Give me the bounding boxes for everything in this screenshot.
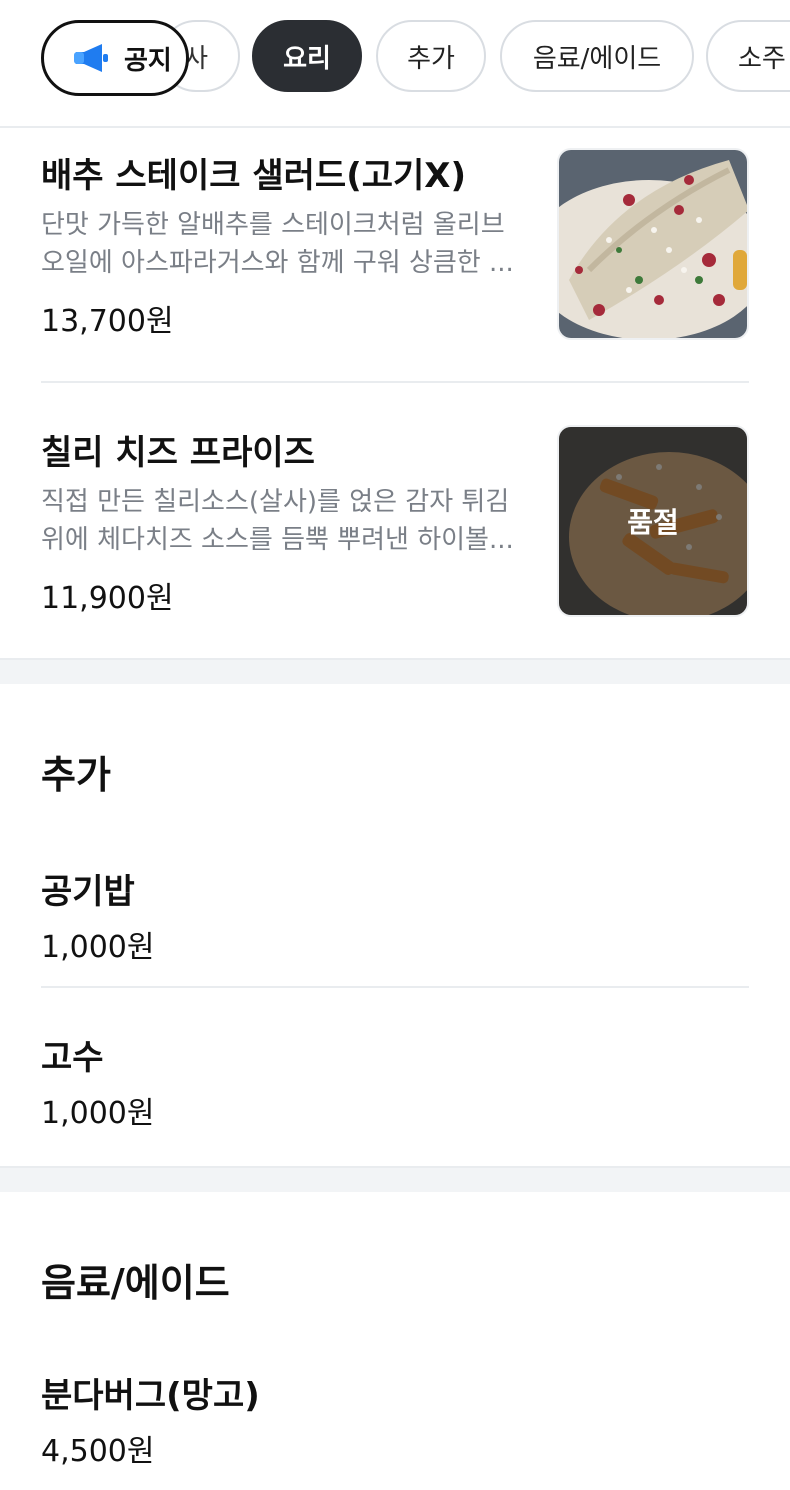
- section-title: 음료/에이드: [41, 1261, 230, 1305]
- menu-item-photo: [557, 148, 749, 340]
- category-chip-chuga[interactable]: 추가: [376, 20, 486, 92]
- soldout-badge: 품절: [559, 427, 747, 615]
- menu-item-description: 직접 만든 칠리소스(살사)를 얹은 감자 튀김 위에 체다치즈 소스를 듬뿍 …: [41, 487, 514, 555]
- menu-item-photo: 품절: [557, 425, 749, 617]
- menu-item[interactable]: 칠리 치즈 프라이즈 직접 만든 칠리소스(살사)를 얹은 감자 튀김 위에 체…: [41, 383, 749, 658]
- category-tab-bar: 사 요리 추가 음료/에이드 소주 공지: [0, 0, 790, 128]
- section-title: 추가: [41, 753, 111, 797]
- category-chip-drinks[interactable]: 음료/에이드: [500, 20, 694, 92]
- menu-item-name: 분다버그(망고): [41, 1376, 260, 1416]
- notice-label: 공지: [124, 45, 172, 76]
- menu-item-price: 1,000원: [41, 930, 155, 965]
- menu-item-name: 칠리 치즈 프라이즈: [41, 433, 315, 473]
- menu-item[interactable]: 분다버그(망고) 4,500원: [41, 1340, 749, 1490]
- section-divider: [0, 658, 790, 684]
- megaphone-icon: [72, 43, 110, 73]
- menu-item-description: 단맛 가득한 알배추를 스테이크처럼 올리브 오일에 아스파라거스와 함께 구워…: [41, 210, 514, 278]
- menu-item[interactable]: 공기밥 1,000원: [41, 832, 749, 988]
- menu-item-name: 고수: [41, 1038, 104, 1078]
- category-chip-soju[interactable]: 소주: [706, 20, 790, 92]
- menu-item-name: 공기밥: [41, 872, 135, 912]
- menu-item-price: 4,500원: [41, 1434, 155, 1469]
- menu-item-price: 1,000원: [41, 1096, 155, 1131]
- category-chip-yori[interactable]: 요리: [252, 20, 362, 92]
- menu-item-price: 11,900원: [41, 581, 174, 616]
- menu-item[interactable]: 배추 스테이크 샐러드(고기X) 단맛 가득한 알배추를 스테이크처럼 올리브 …: [41, 128, 749, 383]
- section-divider: [0, 1166, 790, 1192]
- notice-button[interactable]: 공지: [41, 20, 189, 96]
- menu-item-price: 13,700원: [41, 304, 174, 339]
- menu-item-name: 배추 스테이크 샐러드(고기X): [41, 156, 467, 196]
- menu-item[interactable]: 고수 1,000원: [41, 988, 749, 1166]
